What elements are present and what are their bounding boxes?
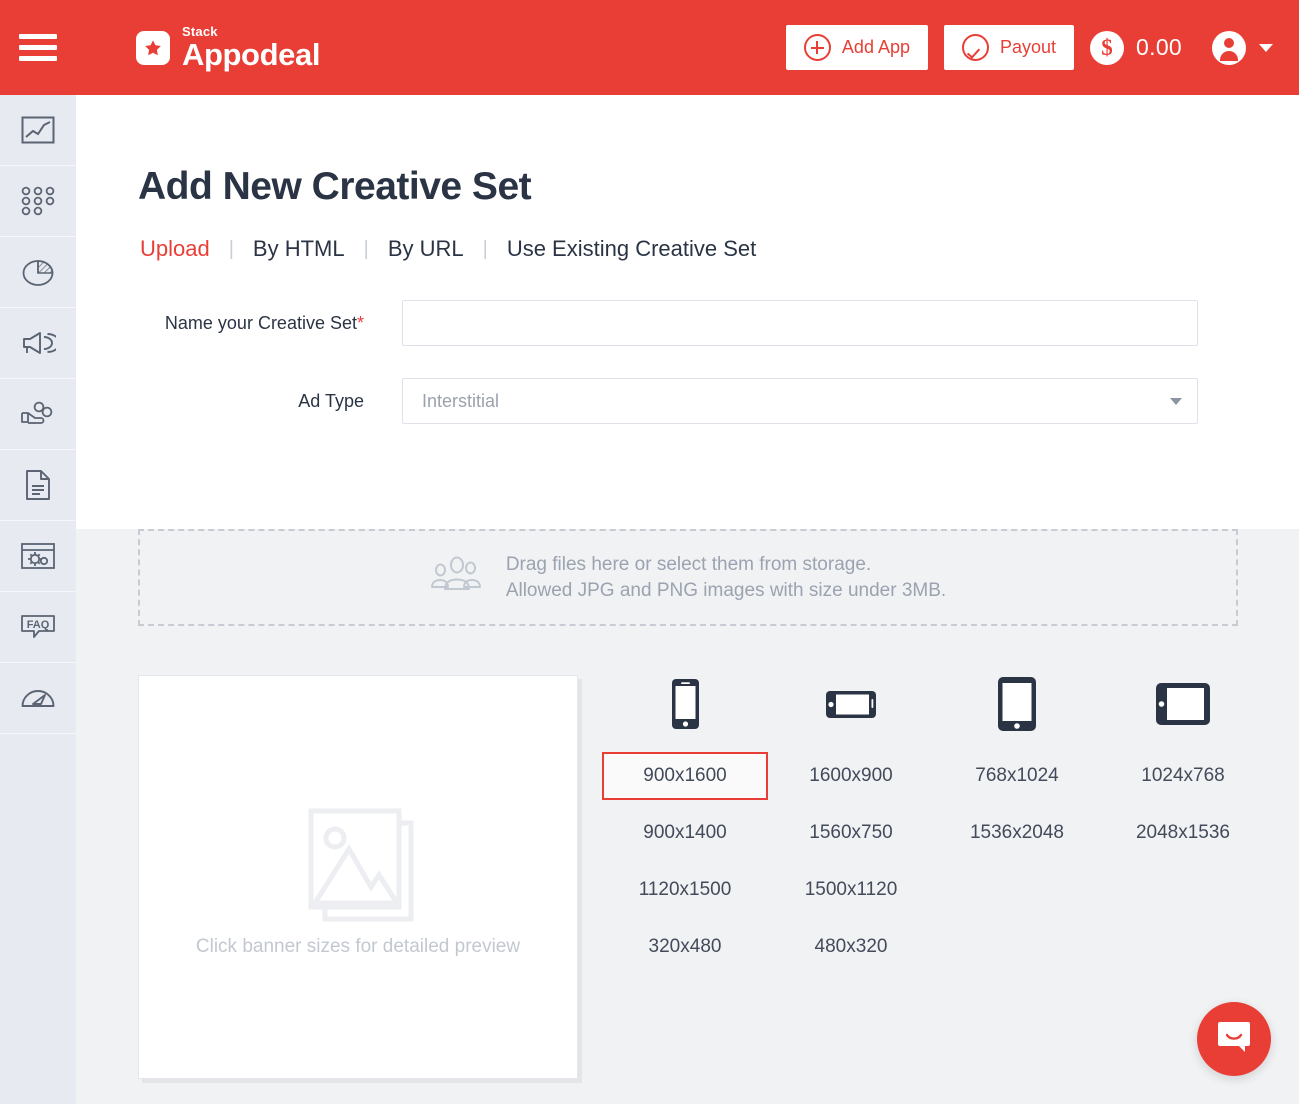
hamburger-menu-icon[interactable] (0, 0, 76, 95)
sidebar-item-payouts[interactable] (0, 379, 76, 450)
size-option[interactable]: 1560x750 (768, 809, 934, 857)
sidebar-item-campaigns[interactable] (0, 308, 76, 379)
check-circle-icon (961, 34, 989, 61)
left-sidebar: FAQ (0, 95, 76, 1104)
sidebar-item-documents[interactable] (0, 450, 76, 521)
required-asterisk: * (356, 313, 364, 333)
tab-by-html[interactable]: By HTML (251, 236, 347, 262)
banner-sizes-grid: 900x1600 900x1400 1120x1500 320x480 1600… (578, 675, 1266, 1079)
balance-amount: 0.00 (1136, 34, 1182, 60)
sidebar-item-apps[interactable] (0, 166, 76, 237)
balance-widget[interactable]: $ 0.00 (1090, 30, 1182, 65)
tab-use-existing-creative-set[interactable]: Use Existing Creative Set (505, 236, 758, 262)
preview-and-sizes: Click banner sizes for detailed preview (76, 626, 1299, 1079)
size-column-phone-portrait: 900x1600 900x1400 1120x1500 320x480 (602, 675, 768, 1079)
dropzone-text: Drag files here or select them from stor… (506, 552, 946, 603)
size-column-tablet-portrait: 768x1024 1536x2048 (934, 675, 1100, 1079)
tab-separator: | (228, 237, 234, 260)
size-option[interactable]: 900x1400 (602, 809, 768, 857)
label-text: Name your Creative Set (164, 313, 357, 333)
account-menu[interactable] (1212, 30, 1273, 65)
payout-button[interactable]: Payout (943, 25, 1075, 70)
plus-circle-icon (803, 34, 831, 61)
add-app-button[interactable]: Add App (785, 25, 928, 70)
size-column-phone-landscape: 1600x900 1560x750 1500x1120 480x320 (768, 675, 934, 1079)
tab-separator: | (482, 237, 488, 260)
pie-chart-icon (21, 256, 55, 288)
avatar (1212, 30, 1246, 65)
dropzone-line-1: Drag files here or select them from stor… (505, 553, 872, 575)
banner-preview-panel[interactable]: Click banner sizes for detailed preview (138, 675, 578, 1079)
brand-logo[interactable]: Stack Appodeal (136, 25, 320, 70)
chevron-down-icon (1259, 43, 1273, 52)
sidebar-item-faq[interactable]: FAQ (0, 592, 76, 663)
page-root: Stack Appodeal Add App Payout $ 0.00 FAQ… (0, 0, 1299, 1104)
hand-coins-icon (19, 400, 57, 428)
creative-source-tabs: Upload | By HTML | By URL | Use Existing… (76, 209, 1299, 262)
size-option[interactable]: 768x1024 (934, 752, 1100, 800)
size-option[interactable]: 2048x1536 (1100, 809, 1266, 857)
header-actions: Add App Payout $ 0.00 (785, 25, 1299, 70)
tab-upload[interactable]: Upload (138, 236, 212, 262)
tab-separator: | (363, 237, 369, 260)
chevron-down-icon (1170, 398, 1182, 405)
line-chart-icon (21, 116, 55, 144)
ad-type-select[interactable]: Interstitial (402, 378, 1198, 424)
phone-portrait-icon (602, 675, 768, 733)
people-group-icon (430, 556, 484, 599)
megaphone-icon (20, 328, 56, 358)
upload-section: Drag files here or select them from stor… (76, 529, 1299, 1104)
ad-type-label: Ad Type (298, 391, 364, 411)
star-badge-icon (136, 30, 170, 65)
phone-landscape-icon (768, 675, 934, 733)
size-option[interactable]: 1536x2048 (934, 809, 1100, 857)
size-option[interactable]: 1120x1500 (602, 866, 768, 914)
top-header: Stack Appodeal Add App Payout $ 0.00 (0, 0, 1299, 95)
file-dropzone[interactable]: Drag files here or select them from stor… (138, 529, 1238, 626)
svg-text:FAQ: FAQ (27, 619, 50, 631)
size-option[interactable]: 480x320 (768, 923, 934, 971)
payout-label: Payout (999, 37, 1057, 57)
sidebar-item-statistics[interactable] (0, 95, 76, 166)
size-option[interactable]: 1024x768 (1100, 752, 1266, 800)
brand-name-label: Appodeal (182, 37, 321, 72)
preview-caption: Click banner sizes for detailed preview (195, 935, 521, 957)
form-section: Add New Creative Set Upload | By HTML | … (76, 95, 1299, 475)
chat-launcher-button[interactable] (1197, 1002, 1271, 1076)
creative-set-name-row: Name your Creative Set* (76, 300, 1299, 346)
size-option[interactable]: 900x1600 (602, 752, 768, 800)
creative-set-name-input[interactable] (402, 300, 1198, 346)
size-option[interactable]: 320x480 (602, 923, 768, 971)
chat-smile-icon (1216, 1020, 1252, 1059)
sidebar-item-reports[interactable] (0, 237, 76, 308)
add-app-label: Add App (841, 37, 910, 57)
ad-type-selected-value[interactable]: Interstitial (402, 378, 1198, 424)
sidebar-item-performance[interactable] (0, 663, 76, 734)
tablet-portrait-icon (934, 675, 1100, 733)
size-option[interactable]: 1500x1120 (768, 866, 934, 914)
size-option[interactable]: 1600x900 (768, 752, 934, 800)
hamburger-bar (19, 56, 57, 61)
main-content: Add New Creative Set Upload | By HTML | … (76, 95, 1299, 1104)
apps-grid-icon (21, 186, 55, 216)
ad-type-row: Ad Type Interstitial (76, 378, 1299, 424)
image-placeholder-icon (293, 797, 423, 930)
hamburger-bar (19, 34, 57, 39)
tablet-landscape-icon (1100, 675, 1266, 733)
page-title: Add New Creative Set (138, 165, 532, 208)
faq-icon: FAQ (19, 613, 57, 641)
browser-gears-icon (20, 541, 56, 571)
speedometer-icon (20, 684, 56, 712)
tab-by-url[interactable]: By URL (386, 236, 466, 262)
dropzone-line-2: Allowed JPG and PNG images with size und… (505, 579, 947, 601)
creative-set-name-label: Name your Creative Set* (138, 300, 402, 346)
dollar-circle-icon: $ (1090, 30, 1125, 65)
hamburger-bar (19, 45, 57, 50)
sidebar-item-settings[interactable] (0, 521, 76, 592)
document-icon (24, 469, 52, 501)
